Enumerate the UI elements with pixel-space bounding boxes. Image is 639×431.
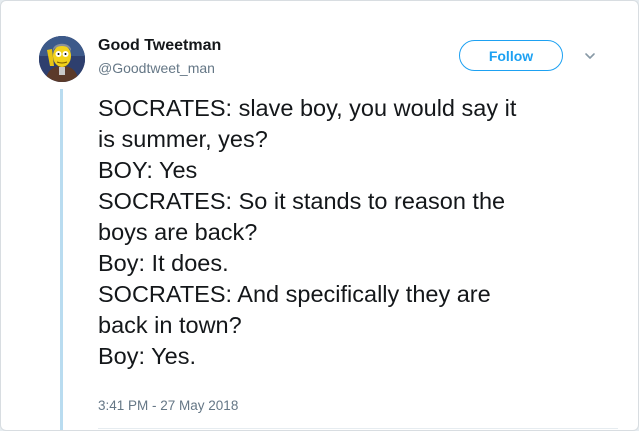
chevron-down-icon[interactable] [583,49,597,63]
tweet-line: SOCRATES: And specifically they are [98,281,491,307]
tweet-line: boys are back? [98,219,258,245]
tweet-line: Boy: Yes. [98,343,196,369]
cartoon-avatar-icon [39,36,85,82]
divider [98,428,618,429]
tweet-text: SOCRATES: slave boy, you would say it is… [98,93,618,372]
user-handle[interactable]: @Goodtweet_man [98,60,215,76]
display-name[interactable]: Good Tweetman [98,37,221,55]
tweet-line: is summer, yes? [98,126,268,152]
tweet-line: back in town? [98,312,242,338]
tweet-line: BOY: Yes [98,157,198,183]
tweet-line: Boy: It does. [98,250,229,276]
tweet-card: Good Tweetman @Goodtweet_man Follow SOCR… [0,0,639,431]
avatar[interactable] [39,36,85,82]
thread-line [60,89,63,430]
tweet-line: SOCRATES: slave boy, you would say it [98,95,517,121]
tweet-line: SOCRATES: So it stands to reason the [98,188,506,214]
tweet-timestamp[interactable]: 3:41 PM - 27 May 2018 [98,398,238,413]
follow-button[interactable]: Follow [459,40,563,71]
